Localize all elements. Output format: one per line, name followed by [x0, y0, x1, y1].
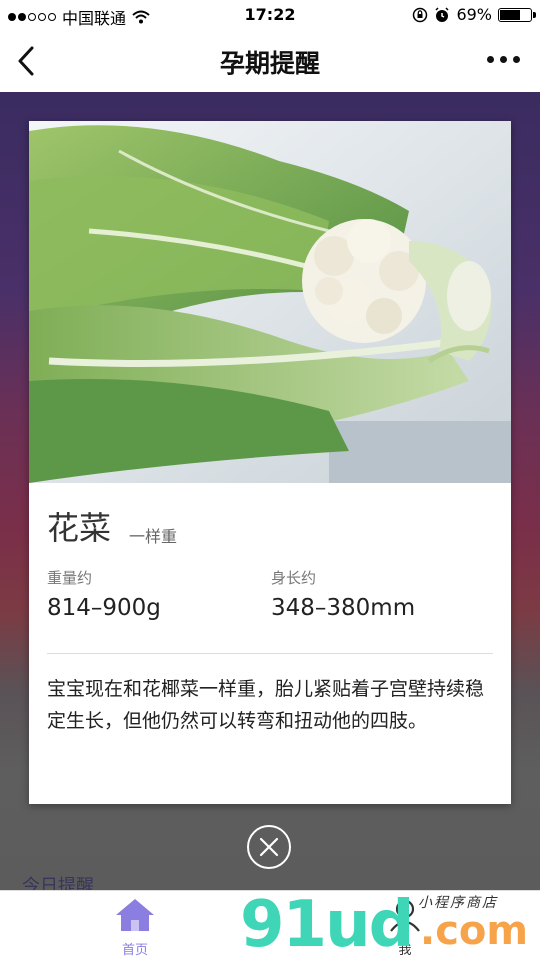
watermark-suffix: .com	[420, 908, 529, 954]
battery-icon	[498, 7, 536, 22]
battery-percent: 69%	[456, 5, 492, 24]
weight-value: 814–900g	[47, 595, 161, 621]
status-right: 69%	[412, 5, 536, 24]
rotation-lock-icon	[413, 7, 428, 22]
weight-label: 重量约	[47, 569, 93, 587]
tab-home[interactable]: 首页	[75, 897, 195, 958]
navigation-bar: 孕期提醒	[0, 30, 540, 92]
status-bar: 中国联通 17:22 69%	[0, 0, 540, 30]
more-options-icon[interactable]	[487, 56, 520, 63]
fetal-size-card: 花菜 一样重 重量约 814–900g 身长约 348–380mm 宝宝现在和花…	[29, 121, 511, 804]
divider	[47, 653, 493, 654]
watermark: 91ud .com 小程序商店	[240, 888, 540, 962]
length-value: 348–380mm	[271, 595, 416, 621]
item-description: 宝宝现在和花椰菜一样重，胎儿紧贴着子宫壁持续稳定生长，但他仍然可以转弯和扭动他的…	[47, 678, 485, 732]
length-label: 身长约	[271, 569, 317, 587]
watermark-brand: 91ud	[240, 888, 414, 962]
tab-home-label: 首页	[121, 943, 148, 958]
close-icon	[259, 837, 279, 857]
home-icon	[116, 899, 154, 931]
item-name: 花菜	[47, 509, 112, 547]
page-title: 孕期提醒	[219, 49, 320, 78]
item-subtitle: 一样重	[129, 527, 178, 546]
cauliflower-photo	[29, 121, 511, 483]
alarm-icon	[435, 6, 449, 22]
watermark-tagline: 小程序商店	[418, 895, 498, 911]
close-button[interactable]	[247, 825, 291, 869]
